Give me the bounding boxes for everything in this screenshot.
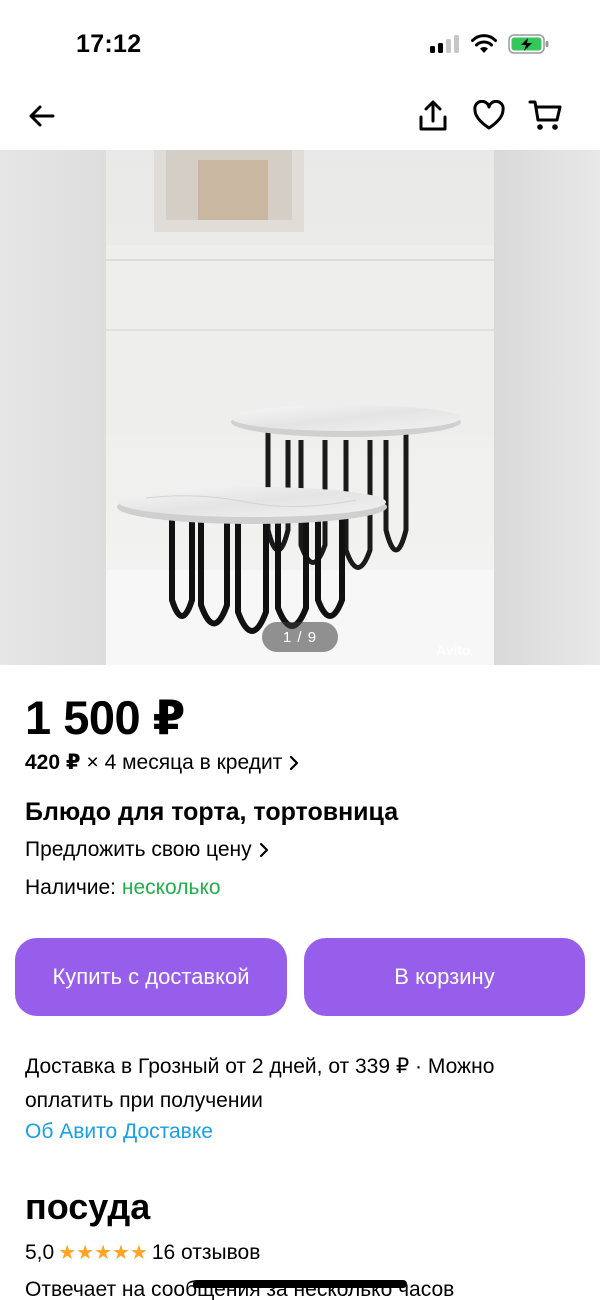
add-to-cart-button[interactable]: В корзину	[304, 938, 585, 1016]
next-photo-preview	[494, 150, 600, 665]
photo-gallery[interactable]: 1 / 9	[0, 150, 600, 665]
seller-rating[interactable]: 5,0 ★★★★★ 16 отзывов	[25, 1240, 260, 1265]
offer-price-link[interactable]: Предложить свою цену	[25, 838, 270, 862]
status-bar: 17:12	[0, 0, 600, 80]
share-icon	[419, 100, 447, 131]
wifi-icon	[471, 34, 497, 53]
delivery-info: Доставка в Грозный от 2 дней, от 339 ₽ ·…	[25, 1055, 495, 1112]
reviews-count: 16 отзывов	[151, 1240, 261, 1264]
cart-icon	[528, 100, 562, 130]
product-photo[interactable]	[106, 150, 494, 665]
credit-offer-link[interactable]: 420 ₽ × 4 месяца в кредит	[25, 750, 300, 775]
cake-stand-image	[106, 150, 494, 665]
heart-icon	[473, 100, 505, 130]
seller-name[interactable]: посуда	[25, 1186, 150, 1228]
availability-label: Наличие:	[25, 876, 117, 899]
credit-amount: 420 ₽	[25, 751, 81, 774]
about-delivery-link[interactable]: Об Авито Доставке	[25, 1120, 213, 1144]
price: 1 500 ₽	[25, 691, 185, 744]
buy-with-delivery-button[interactable]: Купить с доставкой	[15, 938, 287, 1016]
back-button[interactable]	[22, 96, 62, 136]
nav-bar	[0, 86, 600, 146]
status-time: 17:12	[76, 30, 142, 58]
photo-counter: 1 / 9	[262, 622, 338, 652]
avito-watermark: Avito	[436, 642, 471, 658]
home-indicator	[193, 1280, 407, 1288]
battery-charging-icon	[508, 34, 549, 54]
credit-terms: × 4 месяца в кредит	[86, 750, 283, 774]
back-arrow-icon	[29, 105, 55, 127]
favorite-button[interactable]	[469, 96, 509, 136]
listing-title: Блюдо для торта, тортовница	[25, 798, 399, 826]
chevron-right-icon	[290, 755, 299, 770]
signal-icon	[430, 35, 462, 53]
availability-value: несколько	[121, 876, 221, 899]
star-icons: ★★★★★	[58, 1242, 148, 1264]
cart-button[interactable]	[526, 96, 566, 136]
rating-value: 5,0	[25, 1240, 55, 1264]
share-button[interactable]	[413, 96, 453, 136]
offer-price-label: Предложить свою цену	[25, 838, 252, 861]
previous-photo-preview	[0, 150, 106, 665]
chevron-right-icon	[259, 842, 268, 858]
availability: Наличие: несколько	[25, 876, 221, 900]
